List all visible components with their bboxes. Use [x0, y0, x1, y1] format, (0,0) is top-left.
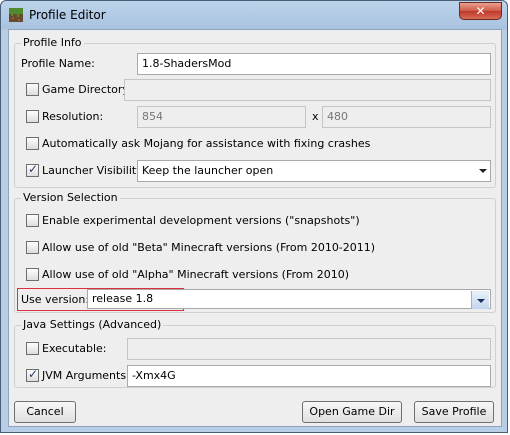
profile-name-input[interactable]: 1.8-ShadersMod: [137, 53, 491, 75]
use-version-value: release 1.8: [92, 292, 154, 305]
window-title: Profile Editor: [29, 8, 106, 22]
save-profile-button[interactable]: Save Profile: [414, 401, 494, 423]
profile-name-label: Profile Name:: [21, 57, 95, 70]
use-version-select[interactable]: release 1.8: [87, 289, 491, 309]
auto-ask-mojang-label: Automatically ask Mojang for assistance …: [42, 137, 371, 150]
close-icon: ✕: [475, 4, 486, 18]
resolution-width-input[interactable]: 854: [137, 106, 306, 128]
executable-label: Executable:: [42, 342, 107, 355]
close-button[interactable]: ✕: [459, 2, 502, 20]
jvm-arguments-checkbox[interactable]: [26, 367, 39, 382]
snapshots-label: Enable experimental development versions…: [42, 214, 360, 227]
resolution-checkbox[interactable]: [26, 110, 39, 123]
launcher-visibility-select[interactable]: Keep the launcher open: [137, 160, 491, 182]
chevron-down-icon[interactable]: [471, 291, 489, 309]
executable-input[interactable]: [127, 338, 491, 360]
jvm-arguments-label: JVM Arguments:: [42, 369, 130, 382]
alpha-versions-label: Allow use of old "Alpha" Minecraft versi…: [42, 268, 350, 281]
resolution-x-label: x: [312, 110, 319, 123]
profile-editor-window: Profile Editor ✕ Profile Info Profile Na…: [0, 0, 508, 433]
grass-block-icon: [9, 8, 23, 22]
dialog-content: Profile Info Profile Name: 1.8-ShadersMo…: [8, 29, 502, 427]
title-bar[interactable]: Profile Editor ✕: [1, 1, 507, 29]
executable-checkbox[interactable]: [26, 342, 39, 355]
beta-versions-checkbox[interactable]: [26, 241, 39, 254]
profile-info-legend: Profile Info: [21, 36, 84, 49]
auto-ask-mojang-checkbox[interactable]: [26, 137, 39, 150]
beta-versions-label: Allow use of old "Beta" Minecraft versio…: [42, 241, 376, 254]
launcher-visibility-checkbox[interactable]: [26, 162, 39, 177]
launcher-visibility-value: Keep the launcher open: [142, 164, 274, 177]
snapshots-checkbox[interactable]: [26, 214, 39, 227]
cancel-button[interactable]: Cancel: [14, 401, 76, 423]
resolution-label: Resolution:: [42, 110, 104, 123]
open-game-dir-button[interactable]: Open Game Dir: [302, 401, 402, 423]
java-settings-legend: Java Settings (Advanced): [21, 318, 164, 331]
alpha-versions-checkbox[interactable]: [26, 268, 39, 281]
use-version-label: Use version:: [21, 293, 90, 306]
game-directory-label: Game Directory:: [42, 83, 132, 96]
launcher-visibility-label: Launcher Visibility:: [42, 164, 146, 177]
game-directory-input[interactable]: [124, 79, 491, 101]
chevron-down-icon: [479, 169, 487, 173]
resolution-height-input[interactable]: 480: [322, 106, 491, 128]
jvm-arguments-input[interactable]: -Xmx4G: [127, 365, 491, 387]
version-selection-legend: Version Selection: [21, 191, 120, 204]
game-directory-checkbox[interactable]: [26, 83, 39, 96]
